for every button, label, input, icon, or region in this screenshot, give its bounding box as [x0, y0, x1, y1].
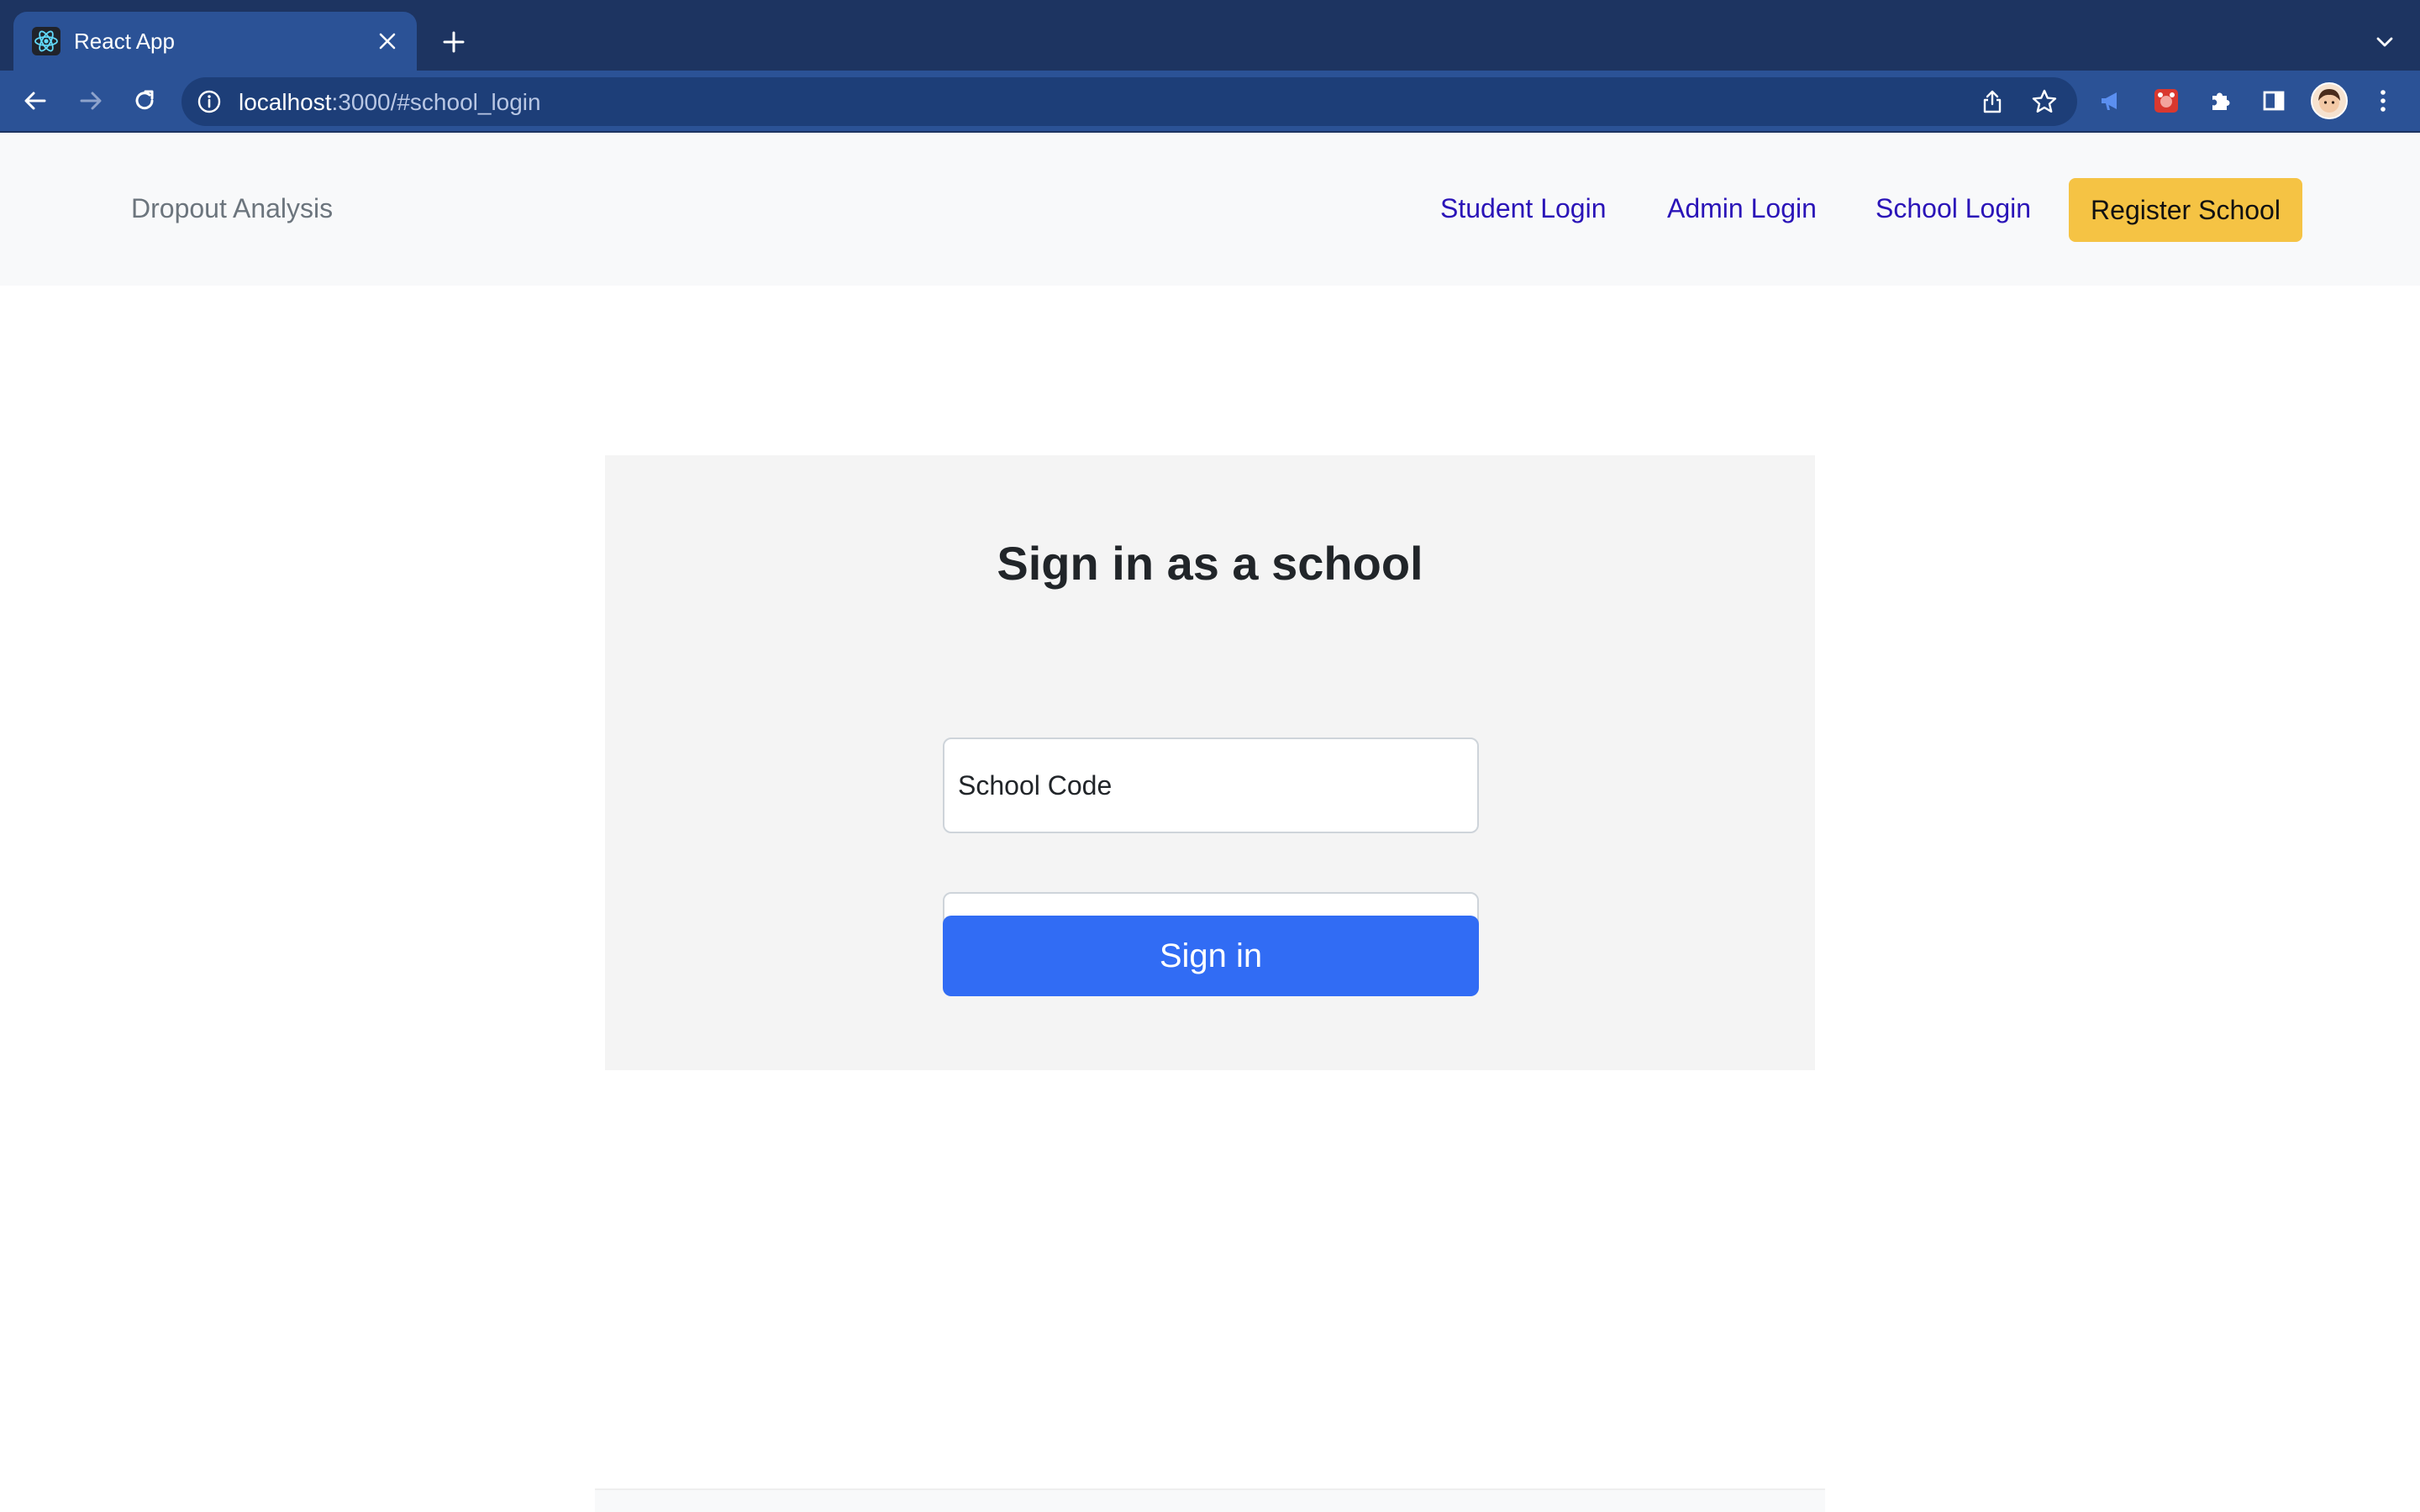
url-text: localhost:3000/#school_login [239, 89, 541, 116]
back-arrow-icon[interactable] [17, 82, 54, 119]
browser-tabstrip: React App [0, 0, 2420, 71]
nav-link-student-login[interactable]: Student Login [1440, 193, 1607, 224]
url-host: localhost [239, 89, 332, 115]
profile-avatar[interactable] [2311, 82, 2348, 119]
address-bar[interactable]: localhost:3000/#school_login [182, 77, 2077, 126]
browser-tab-active[interactable]: React App [13, 12, 417, 71]
tab-title: React App [74, 29, 175, 54]
page-viewport: Dropout Analysis Student Login Admin Log… [0, 133, 2420, 1512]
star-icon[interactable] [2030, 87, 2059, 116]
react-favicon [32, 27, 60, 55]
plus-icon[interactable] [435, 24, 472, 60]
login-card: Sign in as a school Sign in [605, 455, 1815, 1070]
nav-link-admin-login[interactable]: Admin Login [1667, 193, 1817, 224]
puzzle-icon[interactable] [2202, 82, 2238, 119]
top-navbar: Dropout Analysis Student Login Admin Log… [0, 133, 2420, 286]
side-panel-icon[interactable] [2255, 82, 2292, 119]
register-school-button[interactable]: Register School [2069, 178, 2302, 242]
form-title: Sign in as a school [997, 537, 1423, 590]
close-icon[interactable] [371, 25, 403, 57]
info-icon[interactable] [197, 89, 222, 114]
nav-link-school-login[interactable]: School Login [1876, 193, 2031, 224]
brand-link[interactable]: Dropout Analysis [131, 193, 333, 224]
megaphone-icon[interactable] [2092, 82, 2129, 119]
footer-edge [595, 1488, 1825, 1512]
sign-in-button[interactable]: Sign in [943, 916, 1479, 996]
chevron-down-icon[interactable] [2368, 25, 2402, 59]
url-path: :3000/#school_login [331, 89, 541, 115]
forward-arrow-icon[interactable] [72, 82, 109, 119]
share-icon[interactable] [1978, 87, 2007, 116]
kebab-menu-icon[interactable] [2365, 82, 2402, 119]
school-code-input[interactable] [943, 738, 1479, 833]
reload-icon[interactable] [126, 82, 163, 119]
browser-toolbar: localhost:3000/#school_login [0, 71, 2420, 133]
extension-red-icon[interactable] [2148, 82, 2185, 119]
